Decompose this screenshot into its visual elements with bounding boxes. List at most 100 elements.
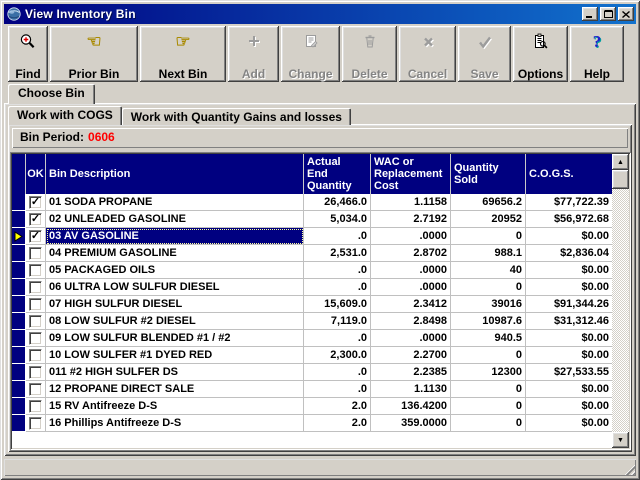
wac-replacement-cost-cell[interactable]: 2.2700 [371, 347, 451, 364]
actual-end-quantity-cell[interactable]: .0 [304, 381, 371, 398]
wac-replacement-cost-cell[interactable]: 359.0000 [371, 415, 451, 432]
quantity-sold-cell[interactable]: 0 [451, 415, 526, 432]
table-row[interactable]: 12 PROPANE DIRECT SALE .0 1.1130 0 $0.00 [12, 381, 612, 398]
wac-replacement-cost-cell[interactable]: 2.2385 [371, 364, 451, 381]
cogs-cell[interactable]: $0.00 [526, 381, 612, 398]
help-button[interactable]: ? Help [570, 26, 624, 82]
bin-description-cell[interactable]: 15 RV Antifreeze D-S [46, 398, 304, 415]
checkbox-unchecked[interactable] [29, 382, 42, 396]
quantity-sold-cell[interactable]: 940.5 [451, 330, 526, 347]
cogs-cell[interactable]: $0.00 [526, 330, 612, 347]
table-row[interactable]: 10 LOW SULFER #1 DYED RED 2,300.0 2.2700 0 $… [12, 347, 612, 364]
cogs-cell[interactable]: $56,972.68 [526, 211, 612, 228]
table-row[interactable]: ✓ 01 SODA PROPANE 26,466.0 1.1158 69656.2 $77… [12, 194, 612, 211]
checkbox-unchecked[interactable] [29, 348, 42, 362]
table-row[interactable]: 16 Phillips Antifreeze D-S 2.0 359.0000 0 $0… [12, 415, 612, 432]
table-row[interactable]: 06 ULTRA LOW SULFUR DIESEL .0.0000 0 $0.00 [12, 279, 612, 296]
cogs-cell[interactable]: $0.00 [526, 347, 612, 364]
table-row[interactable]: 08 LOW SULFUR #2 DIESEL 7,119.0 2.8498 1098… [12, 313, 612, 330]
cogs-cell[interactable]: $2,836.04 [526, 245, 612, 262]
wac-replacement-cost-cell[interactable]: .0000 [371, 330, 451, 347]
checkbox-unchecked[interactable] [29, 416, 42, 430]
cogs-cell[interactable]: $0.00 [526, 415, 612, 432]
wac-replacement-cost-cell[interactable]: 2.8498 [371, 313, 451, 330]
checkbox-unchecked[interactable] [29, 365, 42, 379]
table-row[interactable]: 05 PACKAGED OILS .0.0000 40 $0.00 [12, 262, 612, 279]
actual-end-quantity-cell[interactable]: .0 [304, 262, 371, 279]
quantity-sold-cell[interactable]: 40 [451, 262, 526, 279]
tab-choose-bin[interactable]: Choose Bin [8, 84, 95, 104]
actual-end-quantity-cell[interactable]: .0 [304, 330, 371, 347]
cogs-cell[interactable]: $0.00 [526, 279, 612, 296]
bin-description-cell[interactable]: 08 LOW SULFUR #2 DIESEL [46, 313, 304, 330]
checkbox-unchecked[interactable] [29, 331, 42, 345]
quantity-sold-cell[interactable]: 20952 [451, 211, 526, 228]
table-row[interactable]: ✓ 03 AV GASOLINE .0.0000 0 $0.00 [12, 228, 612, 245]
wac-replacement-cost-cell[interactable]: 136.4200 [371, 398, 451, 415]
actual-end-quantity-cell[interactable]: .0 [304, 279, 371, 296]
table-row[interactable]: 011 #2 HIGH SULFER DS .0 2.2385 12300 $27,53… [12, 364, 612, 381]
options-button[interactable]: Options [513, 26, 568, 82]
table-row[interactable]: 09 LOW SULFUR BLENDED #1 / #2.0.0000 940.… [12, 330, 612, 347]
checkbox-unchecked[interactable] [29, 280, 42, 294]
actual-end-quantity-cell[interactable]: 2,531.0 [304, 245, 371, 262]
checkbox-unchecked[interactable] [29, 399, 42, 413]
scrollbar-thumb[interactable] [612, 170, 629, 189]
bin-description-cell[interactable]: 04 PREMIUM GASOLINE [46, 245, 304, 262]
wac-replacement-cost-cell[interactable]: .0000 [371, 262, 451, 279]
checkbox-checked[interactable]: ✓ [29, 212, 42, 226]
actual-end-quantity-cell[interactable]: .0 [304, 364, 371, 381]
checkbox-checked[interactable]: ✓ [29, 229, 42, 243]
quantity-sold-cell[interactable]: 988.1 [451, 245, 526, 262]
wac-replacement-cost-cell[interactable]: 2.7192 [371, 211, 451, 228]
bin-description-cell[interactable]: 12 PROPANE DIRECT SALE [46, 381, 304, 398]
bin-description-cell[interactable]: 02 UNLEADED GASOLINE [46, 211, 304, 228]
bin-description-cell[interactable]: 01 SODA PROPANE [46, 194, 304, 211]
vertical-scrollbar[interactable]: ▲ ▼ [612, 154, 629, 448]
prior-bin-button[interactable]: ☜ Prior Bin [50, 26, 138, 82]
checkbox-unchecked[interactable] [29, 297, 42, 311]
find-button[interactable]: Find [8, 26, 48, 82]
checkbox-unchecked[interactable] [29, 263, 42, 277]
quantity-sold-cell[interactable]: 12300 [451, 364, 526, 381]
bin-description-cell[interactable]: 16 Phillips Antifreeze D-S [46, 415, 304, 432]
tab-work-with-quantity-gains[interactable]: Work with Quantity Gains and losses [121, 108, 351, 125]
bin-description-cell[interactable]: 011 #2 HIGH SULFER DS [46, 364, 304, 381]
actual-end-quantity-cell[interactable]: .0 [304, 228, 371, 245]
table-row[interactable]: ✓ 02 UNLEADED GASOLINE 5,034.0 2.7192 20952 $… [12, 211, 612, 228]
bin-description-cell[interactable]: 07 HIGH SULFUR DIESEL [46, 296, 304, 313]
maximize-button[interactable] [600, 7, 616, 21]
minimize-button[interactable] [582, 7, 598, 21]
wac-replacement-cost-cell[interactable]: .0000 [371, 228, 451, 245]
actual-end-quantity-cell[interactable]: 15,609.0 [304, 296, 371, 313]
quantity-sold-cell[interactable]: 0 [451, 228, 526, 245]
scrollbar-track[interactable] [612, 189, 629, 432]
checkbox-unchecked[interactable] [29, 314, 42, 328]
scroll-down-button[interactable]: ▼ [612, 432, 629, 448]
close-button[interactable] [618, 7, 634, 21]
actual-end-quantity-cell[interactable]: 7,119.0 [304, 313, 371, 330]
cogs-cell[interactable]: $77,722.39 [526, 194, 612, 211]
quantity-sold-cell[interactable]: 0 [451, 279, 526, 296]
bin-description-cell[interactable]: 10 LOW SULFER #1 DYED RED [46, 347, 304, 364]
actual-end-quantity-cell[interactable]: 2.0 [304, 415, 371, 432]
title-bar[interactable]: View Inventory Bin [4, 4, 636, 24]
scroll-up-button[interactable]: ▲ [612, 154, 629, 170]
wac-replacement-cost-cell[interactable]: 2.3412 [371, 296, 451, 313]
cogs-cell[interactable]: $0.00 [526, 262, 612, 279]
bin-description-cell[interactable]: 06 ULTRA LOW SULFUR DIESEL [46, 279, 304, 296]
next-bin-button[interactable]: ☞ Next Bin [140, 26, 226, 82]
wac-replacement-cost-cell[interactable]: 1.1130 [371, 381, 451, 398]
wac-replacement-cost-cell[interactable]: .0000 [371, 279, 451, 296]
quantity-sold-cell[interactable]: 0 [451, 347, 526, 364]
quantity-sold-cell[interactable]: 39016 [451, 296, 526, 313]
cogs-cell[interactable]: $31,312.46 [526, 313, 612, 330]
resize-grip[interactable] [622, 462, 635, 475]
quantity-sold-cell[interactable]: 10987.6 [451, 313, 526, 330]
cogs-cell[interactable]: $0.00 [526, 228, 612, 245]
bin-description-cell[interactable]: 03 AV GASOLINE [46, 228, 304, 245]
actual-end-quantity-cell[interactable]: 2.0 [304, 398, 371, 415]
wac-replacement-cost-cell[interactable]: 2.8702 [371, 245, 451, 262]
quantity-sold-cell[interactable]: 0 [451, 381, 526, 398]
table-row[interactable]: 07 HIGH SULFUR DIESEL 15,609.0 2.3412 39016… [12, 296, 612, 313]
